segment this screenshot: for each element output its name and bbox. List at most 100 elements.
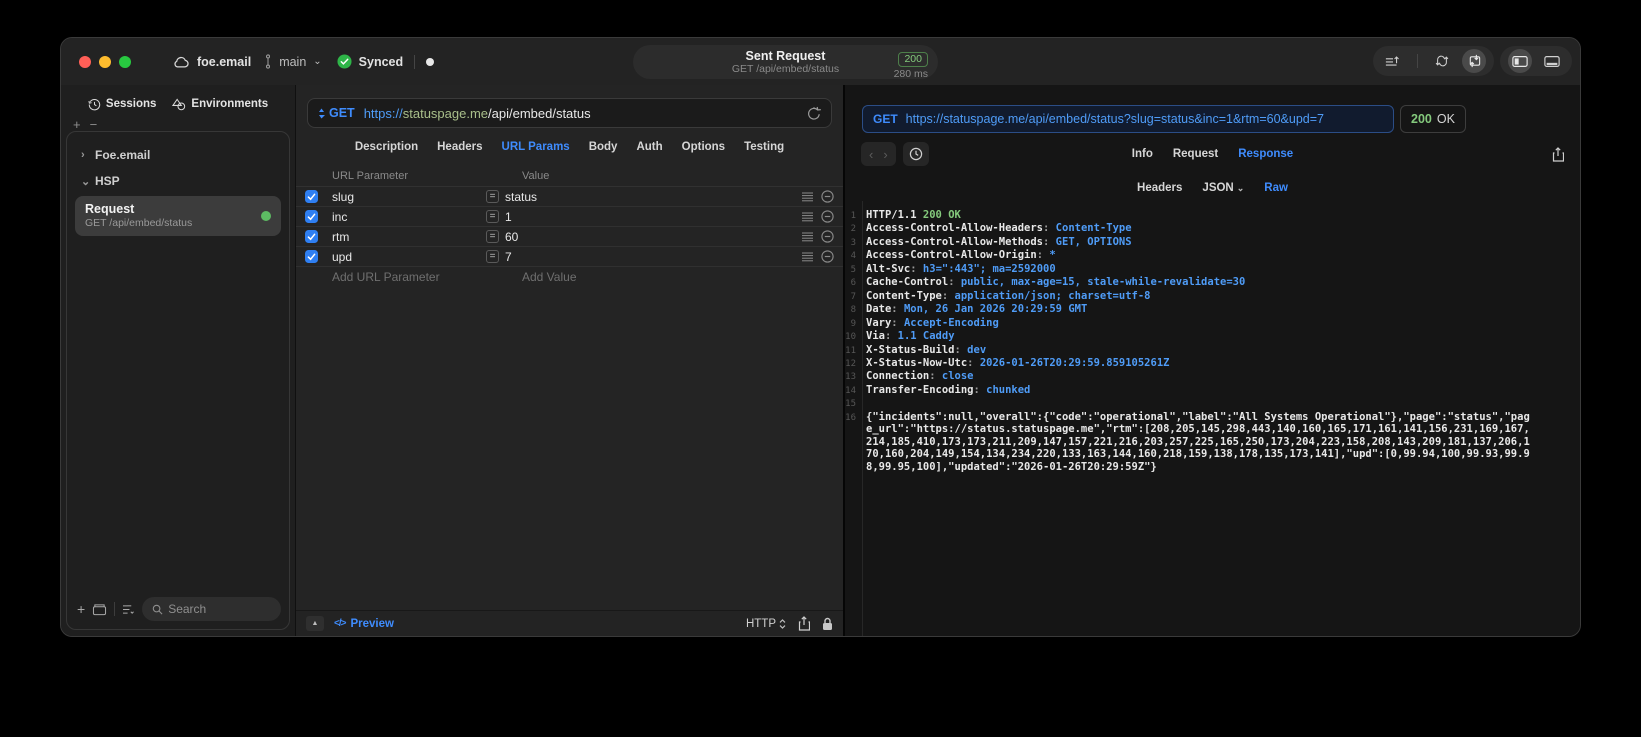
tree-item-hsp[interactable]: ⌄ HSP [73,168,283,194]
chevron-down-icon[interactable]: ⌄ [81,175,90,188]
response-line: 2 Access-Control-Allow-Headers: Content-T… [845,222,1580,235]
bottom-panel-toggle-icon[interactable] [1540,49,1564,73]
tab-testing[interactable]: Testing [744,141,784,153]
method-stepper-icon[interactable] [318,108,325,119]
remove-param-icon[interactable] [821,210,834,223]
sidebar-tab-environments[interactable]: Environments [172,97,268,111]
remove-param-icon[interactable] [821,190,834,203]
param-value-field[interactable]: 60 [505,230,802,244]
tab-description[interactable]: Description [355,141,418,153]
drag-handle-icon[interactable] [802,212,813,222]
synced-check-icon [337,54,352,69]
chevron-right-icon[interactable]: › [81,149,89,161]
tab-url-params[interactable]: URL Params [502,141,570,153]
protocol-select[interactable]: HTTP [746,618,786,630]
sidebar-tab-sessions[interactable]: Sessions [88,98,156,111]
response-url-bar[interactable]: GET https://statuspage.me/api/embed/stat… [862,105,1394,133]
line-number: 5 [850,264,856,275]
export-response-icon[interactable] [1552,146,1564,162]
search-input[interactable]: Search [142,597,281,621]
divider [1417,54,1418,68]
url-scheme[interactable]: https:// [364,106,403,121]
tab-response[interactable]: Response [1238,148,1293,160]
remove-param-icon[interactable] [821,250,834,263]
param-value-field[interactable]: status [505,190,802,204]
sort-list-icon[interactable] [122,604,135,615]
import-export-icon[interactable] [1462,49,1486,73]
line-number: 8 [850,305,856,316]
new-group-icon[interactable] [92,603,107,616]
branch-chevron-icon[interactable]: ⌄ [313,56,321,67]
titlebar: foe.email main ⌄ Synced Sent Request GET… [61,38,1580,85]
raw-response-content[interactable]: 1 HTTP/1.1 200 OK 2 Access-Control-Allow-He… [845,201,1580,636]
branch-name[interactable]: main [279,55,306,69]
url-path[interactable]: /api/embed/status [488,106,591,121]
param-value-field[interactable]: 7 [505,250,802,264]
tab-info[interactable]: Info [1132,148,1153,160]
tab-headers[interactable]: Headers [437,141,482,153]
url-params-table: URL Parameter Value slug = status inc = 1 rtm =… [296,165,843,610]
toolbar-group-right [1500,46,1572,76]
line-number: 6 [850,278,856,289]
request-method[interactable]: GET [329,106,355,120]
line-number: 1 [850,211,856,221]
response-tabs: Info Request Response [845,148,1580,160]
param-name-field[interactable]: slug [332,190,486,204]
tab-auth[interactable]: Auth [636,141,662,153]
response-line: 15 [845,397,1580,410]
close-window-button[interactable] [79,55,91,68]
equals-icon: = [486,250,499,263]
tab-headers[interactable]: Headers [1137,182,1182,194]
drag-handle-icon[interactable] [802,252,813,262]
add-param-row[interactable]: Add URL Parameter Add Value [296,267,843,287]
recording-dot-icon[interactable] [426,57,435,66]
url-host[interactable]: statuspage.me [403,106,488,121]
left-sidebar-toggle-icon[interactable] [1508,49,1532,73]
param-enabled-checkbox[interactable] [305,250,318,263]
request-list-item-selected[interactable]: Request GET /api/embed/status [75,196,281,236]
add-url-parameter-placeholder[interactable]: Add URL Parameter [332,270,500,284]
tab-raw[interactable]: Raw [1264,182,1288,194]
drag-handle-icon[interactable] [802,232,813,242]
tree-item-foe-email[interactable]: › Foe.email [73,142,283,168]
lock-icon[interactable] [822,617,833,631]
remove-session-button[interactable]: − [90,117,98,132]
toolbar-group-left [1373,46,1494,76]
column-url-parameter: URL Parameter [332,169,409,182]
tab-body[interactable]: Body [589,141,618,153]
request-url-bar[interactable]: GET https://statuspage.me/api/embed/stat… [307,98,832,128]
response-method: GET [873,112,898,126]
add-session-button[interactable]: + [73,117,81,132]
param-name-field[interactable]: rtm [332,230,486,244]
param-value-field[interactable]: 1 [505,210,802,224]
param-enabled-checkbox[interactable] [305,190,318,203]
tab-json[interactable]: JSON ⌄ [1202,182,1244,194]
tab-options[interactable]: Options [682,141,725,153]
swap-arrows-icon[interactable] [1430,49,1454,73]
response-line: 11 X-Status-Build: dev [845,343,987,356]
drag-handle-icon[interactable] [802,192,813,202]
tab-request[interactable]: Request [1173,148,1218,160]
add-value-placeholder[interactable]: Add Value [522,270,843,284]
expand-panel-button[interactable]: ▲ [306,616,324,631]
param-name-field[interactable]: inc [332,210,486,224]
line-number: 12 [845,358,856,369]
zoom-window-button[interactable] [119,55,131,68]
share-icon[interactable] [798,616,810,631]
request-tabs: Description Headers URL Params Body Auth Opti… [296,128,843,165]
preview-button[interactable]: </> Preview [334,618,394,630]
request-editor: GET https://statuspage.me/api/embed/stat… [296,85,843,636]
remove-param-icon[interactable] [821,230,834,243]
status-badge: 200 [898,52,928,67]
param-enabled-checkbox[interactable] [305,210,318,223]
resend-request-icon[interactable] [807,106,821,121]
minimize-window-button[interactable] [99,55,111,68]
export-list-icon[interactable] [1381,49,1405,73]
response-line: 8 Date: Mon, 26 Jan 2026 20:29:59 GMT [845,303,1580,316]
add-request-button[interactable]: + [77,601,85,617]
project-name[interactable]: foe.email [197,55,251,69]
request-status-dot [261,211,271,221]
sent-request-summary[interactable]: Sent Request GET /api/embed/status 200 2… [633,45,938,80]
param-enabled-checkbox[interactable] [305,230,318,243]
param-name-field[interactable]: upd [332,250,486,264]
